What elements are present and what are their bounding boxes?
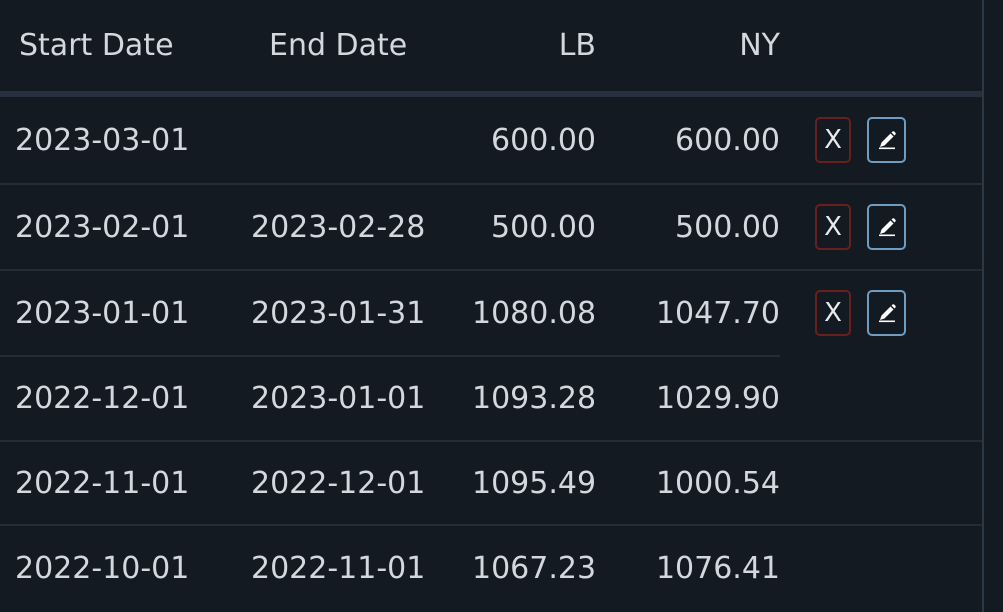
row-actions: X	[780, 204, 982, 250]
end-date-cell: 2023-01-31	[236, 270, 472, 357]
row-actions: X	[780, 117, 982, 163]
x-icon: X	[824, 212, 842, 242]
start-date-cell-value: 2023-01-01	[15, 295, 190, 331]
rates-table-panel: Start Date End Date LB NY 2023-03-01 600.…	[0, 0, 1003, 612]
column-header-label: Start Date	[19, 28, 174, 63]
lb-cell-value: 600.00	[491, 122, 596, 158]
lb-cell: 500.00	[472, 184, 596, 271]
end-date-cell-value: 2022-11-01	[251, 550, 426, 586]
table-row: 2022-10-01 2022-11-01 1067.23 1076.41	[0, 525, 982, 610]
table-row: 2023-02-01 2023-02-28 500.00 500.00 X	[0, 184, 982, 271]
actions-cell: X	[780, 94, 982, 185]
start-date-cell-value: 2022-11-01	[15, 465, 190, 501]
actions-cell	[780, 356, 982, 442]
actions-cell	[780, 525, 982, 610]
start-date-cell-value: 2023-02-01	[15, 209, 190, 245]
table-row: 2022-11-01 2022-12-01 1095.49 1000.54	[0, 441, 982, 526]
lb-cell: 1095.49	[472, 441, 597, 526]
end-date-cell-value: 2022-12-01	[251, 465, 426, 501]
column-header-label: NY	[739, 28, 780, 63]
x-icon: X	[824, 298, 842, 328]
lb-cell-value: 1093.28	[472, 381, 597, 416]
ny-cell: 500.00	[596, 184, 780, 271]
end-date-cell: 2022-12-01	[236, 441, 472, 526]
lb-cell-value: 500.00	[491, 209, 596, 245]
ny-cell-value: 600.00	[675, 122, 780, 158]
start-date-cell: 2023-03-01	[0, 94, 236, 185]
end-date-cell-value	[236, 123, 251, 158]
end-date-cell: 2023-02-28	[236, 184, 472, 271]
ny-cell-value: 500.00	[675, 209, 780, 245]
lb-cell: 1093.28	[472, 356, 597, 442]
column-header-label: End Date	[269, 28, 408, 63]
ny-cell-value: 1047.70	[655, 295, 780, 331]
actions-cell: X	[780, 184, 982, 271]
panel-right-border	[982, 0, 984, 612]
row-actions: X	[780, 290, 982, 336]
end-date-cell	[236, 94, 472, 185]
edit-button[interactable]	[867, 290, 906, 336]
lb-cell: 600.00	[472, 94, 596, 185]
actions-cell	[780, 441, 982, 526]
delete-button[interactable]: X	[815, 290, 851, 336]
table-row: 2023-01-01 2023-01-31 1080.08 1047.70 X	[0, 270, 982, 357]
ny-cell-value: 1029.90	[655, 381, 780, 416]
lb-cell: 1067.23	[472, 525, 596, 610]
actions-cell: X	[780, 270, 982, 357]
pencil-icon	[876, 302, 898, 324]
lb-cell: 1080.08	[472, 270, 597, 357]
ny-cell: 1047.70	[596, 270, 780, 357]
lb-cell-value: 1080.08	[472, 295, 597, 331]
start-date-cell: 2022-11-01	[0, 441, 236, 526]
rates-table: Start Date End Date LB NY 2023-03-01 600.…	[0, 0, 982, 610]
end-date-cell-value: 2023-02-28	[251, 209, 426, 245]
pencil-icon	[876, 216, 898, 238]
table-header-row: Start Date End Date LB NY	[0, 0, 982, 97]
ny-cell: 1076.41	[596, 525, 780, 610]
start-date-cell-value: 2022-12-01	[15, 381, 190, 416]
column-header-start-date[interactable]: Start Date	[0, 0, 236, 97]
x-icon: X	[824, 125, 842, 155]
end-date-cell: 2022-11-01	[236, 525, 472, 610]
delete-button[interactable]: X	[815, 204, 851, 250]
start-date-cell-value: 2023-03-01	[15, 122, 190, 158]
end-date-cell: 2023-01-01	[236, 356, 472, 442]
column-header-lb[interactable]: LB	[472, 0, 596, 97]
column-header-actions	[780, 0, 982, 97]
lb-cell-value: 1067.23	[472, 550, 597, 586]
end-date-cell-value: 2023-01-31	[251, 295, 426, 331]
start-date-cell-value: 2022-10-01	[15, 550, 190, 586]
ny-cell: 1000.54	[596, 441, 780, 526]
column-header-label: LB	[558, 28, 596, 63]
ny-cell: 600.00	[596, 94, 780, 185]
ny-cell: 1029.90	[596, 356, 780, 442]
delete-button[interactable]: X	[815, 117, 851, 163]
table-row: 2023-03-01 600.00 600.00 X	[0, 94, 982, 185]
column-header-ny[interactable]: NY	[596, 0, 780, 97]
start-date-cell: 2023-01-01	[0, 270, 236, 357]
ny-cell-value: 1000.54	[655, 465, 780, 501]
column-header-end-date[interactable]: End Date	[236, 0, 472, 97]
table-row: 2022-12-01 2023-01-01 1093.28 1029.90	[0, 356, 982, 442]
end-date-cell-value: 2023-01-01	[251, 381, 426, 416]
edit-button[interactable]	[867, 117, 906, 163]
lb-cell-value: 1095.49	[472, 465, 597, 501]
start-date-cell: 2022-12-01	[0, 356, 236, 442]
ny-cell-value: 1076.41	[655, 550, 780, 586]
start-date-cell: 2023-02-01	[0, 184, 236, 271]
pencil-icon	[876, 129, 898, 151]
start-date-cell: 2022-10-01	[0, 525, 236, 610]
edit-button[interactable]	[867, 204, 906, 250]
